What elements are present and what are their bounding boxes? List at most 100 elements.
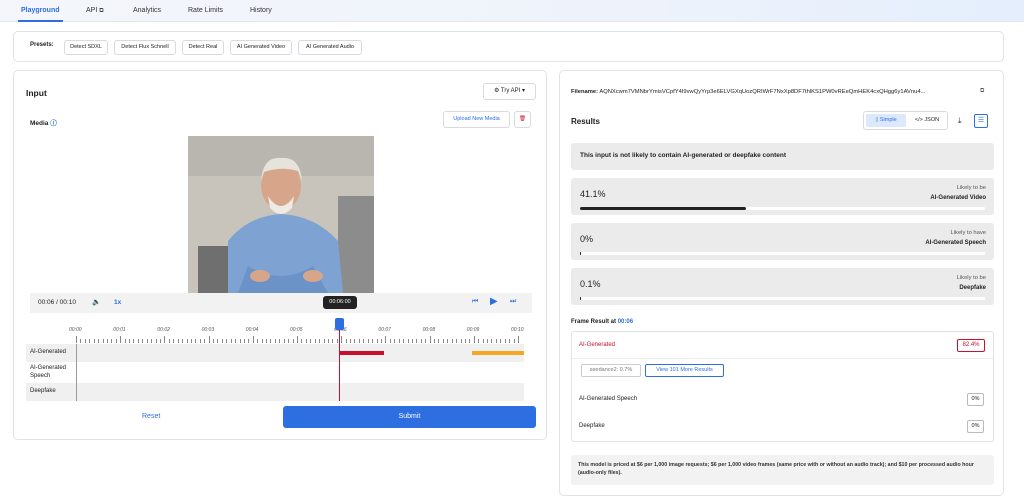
timeline-tick-mark xyxy=(243,339,245,343)
timeline-tick-mark xyxy=(195,339,197,343)
view-more-results-button[interactable]: View 101 More Results xyxy=(645,364,724,377)
play-icon[interactable]: ▶ xyxy=(490,296,498,307)
result-category: Deepfake xyxy=(959,285,986,291)
timeline-tick-mark xyxy=(380,339,382,343)
timeline-tick-mark xyxy=(98,339,100,343)
timeline-tick-mark xyxy=(115,339,117,343)
timeline-tick-mark xyxy=(358,339,360,343)
preset-detect-sdxl[interactable]: Detect SDXL xyxy=(64,40,108,55)
timeline-tick-mark xyxy=(487,339,489,343)
result-percent: 41.1% xyxy=(580,189,606,199)
timeline-tick-mark xyxy=(129,339,131,343)
pricing-note: This model is priced at $6 per 1,000 ima… xyxy=(571,455,994,485)
summary-text: This input is not likely to contain AI-g… xyxy=(580,152,786,159)
timeline-tick-mark xyxy=(248,339,250,343)
preset-detect-flux-schnell[interactable]: Detect Flux Schnell xyxy=(114,40,176,55)
preset-detect-real[interactable]: Detect Real xyxy=(182,40,224,55)
timeline-tick-mark xyxy=(372,339,374,343)
time-display: 00:06 / 00:10 xyxy=(38,299,76,306)
timeline-tick-mark xyxy=(345,339,347,343)
tab-history[interactable]: History xyxy=(250,0,272,22)
video-frame[interactable] xyxy=(188,136,374,293)
top-tab-bar: Playground API ⧉ Analytics Rate Limits H… xyxy=(0,0,1024,22)
timeline-tick-mark xyxy=(80,339,82,343)
row-label-ai-speech: AI-Generated Speech xyxy=(30,365,67,379)
timeline-tick-mark xyxy=(204,339,206,343)
timeline-tick-mark xyxy=(350,339,352,343)
media-label-text: Media xyxy=(30,120,49,127)
timeline-tick-mark xyxy=(403,339,405,343)
results-title: Results xyxy=(571,117,600,126)
json-view-button[interactable]: </> JSON xyxy=(908,114,946,127)
timeline-tick-mark xyxy=(314,339,316,343)
skip-back-icon[interactable]: ⏮ xyxy=(472,298,478,306)
timeline-tick-mark xyxy=(257,339,259,343)
timeline-tick-labels: 00:00 00:01 00:02 00:03 00:04 00:05 00:06 00:07… xyxy=(14,327,548,335)
result-bar-fill xyxy=(580,252,581,255)
timeline-tick-mark xyxy=(416,339,418,343)
tab-analytics[interactable]: Analytics xyxy=(133,0,161,22)
timeline-tick-mark xyxy=(376,339,378,343)
skip-forward-icon[interactable]: ⏭ xyxy=(510,298,516,306)
timeline-ruler xyxy=(76,336,524,343)
reset-button[interactable]: Reset xyxy=(142,413,160,420)
timeline-tick-mark xyxy=(491,339,493,343)
timeline-tick-mark xyxy=(394,339,396,343)
row-label-ai-generated: AI-Generated xyxy=(30,349,67,355)
delete-media-button[interactable]: 🗑 xyxy=(514,111,531,128)
filename-line: Filename: AQNXcwm7VMNbrYmisVCpfY4I9vwQyY… xyxy=(571,89,984,95)
tab-api[interactable]: API ⧉ xyxy=(86,0,104,22)
timeline-tick-mark xyxy=(429,336,431,343)
timeline-tick-mark xyxy=(279,339,281,343)
playhead-handle[interactable] xyxy=(335,318,344,330)
try-api-label: Try API xyxy=(500,88,521,94)
filename-label: Filename: xyxy=(571,89,599,95)
timeline-tick-mark xyxy=(310,339,312,343)
timeline-tick-mark xyxy=(336,339,338,343)
timeline-tick-mark xyxy=(186,339,188,343)
playback-speed[interactable]: 1x xyxy=(114,299,121,306)
preset-ai-generated-audio[interactable]: AI Generated Audio xyxy=(298,40,362,55)
timeline-tick-mark xyxy=(407,339,409,343)
list-view-icon[interactable]: ☰ xyxy=(974,114,988,128)
timeline-tick-mark xyxy=(301,339,303,343)
timeline-tick-mark xyxy=(274,339,276,343)
try-api-button[interactable]: ⚙ Try API ▾ xyxy=(483,83,536,100)
preset-ai-generated-video[interactable]: AI Generated Video xyxy=(230,40,292,55)
timeline-tick-mark xyxy=(89,339,91,343)
timeline-row-ai-speech: AI-Generated Speech xyxy=(26,362,524,383)
timeline-tick-mark xyxy=(460,339,462,343)
simple-view-button[interactable]: ▯ Simple xyxy=(866,114,906,127)
submit-button[interactable]: Submit xyxy=(283,406,536,428)
timeline-tick-mark xyxy=(164,336,166,343)
timeline-tick-mark xyxy=(447,339,449,343)
timeline-tick-mark xyxy=(252,336,254,343)
timeline-tick-mark xyxy=(500,339,502,343)
timeline-tick-mark xyxy=(398,339,400,343)
copy-icon[interactable]: ⧉ xyxy=(980,88,984,95)
volume-icon[interactable]: 🔈 xyxy=(92,298,101,306)
timeline-tick-mark xyxy=(226,339,228,343)
frame-speech-score: 0% xyxy=(967,393,984,406)
result-category: AI-Generated Speech xyxy=(925,240,986,246)
tab-playground[interactable]: Playground xyxy=(18,0,63,22)
row-label-deepfake: Deepfake xyxy=(30,388,56,394)
timeline-tick-mark xyxy=(495,339,497,343)
upload-new-media-button[interactable]: Upload New Media xyxy=(443,111,510,128)
timeline-tick-mark xyxy=(270,339,272,343)
timeline-tick-mark xyxy=(420,339,422,343)
timeline-playhead[interactable] xyxy=(339,327,340,401)
timeline-tick-mark xyxy=(283,339,285,343)
timeline-left-rule xyxy=(76,344,77,401)
timeline-tick-mark xyxy=(124,339,126,343)
input-title: Input xyxy=(26,88,47,98)
simple-view-icon: ▯ xyxy=(875,117,879,123)
timeline-tick-label: 00:08 xyxy=(422,327,436,333)
result-bar-track xyxy=(580,207,985,210)
timeline-tick-label: 00:10 xyxy=(511,327,524,333)
tab-rate-limits[interactable]: Rate Limits xyxy=(188,0,223,22)
result-likely-text: Likely to be xyxy=(956,275,986,281)
ai-generated-segment-late xyxy=(472,351,524,355)
simple-view-label: Simple xyxy=(879,117,897,123)
download-icon[interactable]: ⤓ xyxy=(958,116,962,126)
